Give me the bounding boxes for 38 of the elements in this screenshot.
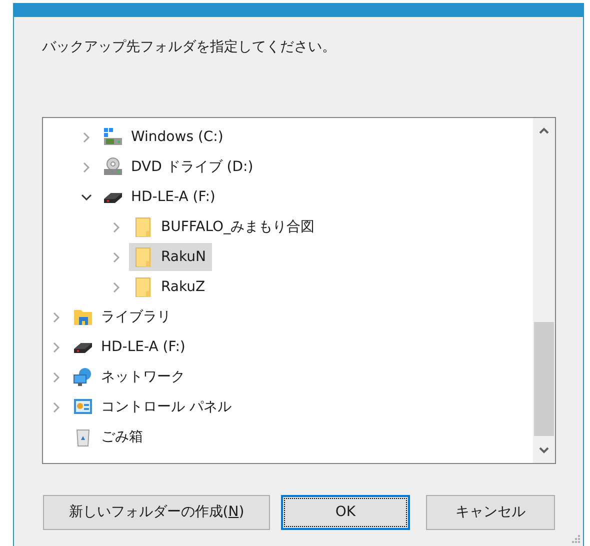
- scroll-up-icon[interactable]: [539, 127, 549, 134]
- resize-grip-icon[interactable]: [571, 534, 580, 543]
- scroll-down-icon[interactable]: [539, 447, 549, 454]
- tree-item[interactable]: ネットワーク: [69, 363, 191, 391]
- tree-item[interactable]: RakuZ: [129, 273, 212, 301]
- chevron-right-icon[interactable]: [112, 252, 120, 262]
- chevron-right-icon[interactable]: [82, 132, 90, 142]
- drive-icon: [103, 127, 123, 147]
- chevron-right-icon[interactable]: [52, 372, 60, 382]
- chevron-down-icon[interactable]: [80, 194, 92, 200]
- dialog-button[interactable]: OK: [281, 495, 410, 530]
- folder-icon: [133, 217, 153, 237]
- tree-item[interactable]: HD-LE-A (F:): [99, 183, 222, 211]
- tree-item[interactable]: ごみ箱: [69, 423, 149, 451]
- chevron-right-icon[interactable]: [52, 312, 60, 322]
- control-panel-icon: [73, 397, 93, 417]
- chevron-right-icon[interactable]: [52, 402, 60, 412]
- scrollbar-thumb[interactable]: [534, 322, 554, 436]
- disc-drive-icon: [103, 157, 123, 177]
- folder-icon: [133, 277, 153, 297]
- chevron-right-icon[interactable]: [82, 162, 90, 172]
- chevron-right-icon[interactable]: [52, 342, 60, 352]
- dialog-button[interactable]: 新しいフォルダーの作成(N): [43, 495, 270, 530]
- tree-item[interactable]: コントロール パネル: [69, 393, 238, 421]
- scrollbar[interactable]: [533, 118, 555, 463]
- prompt-text: バックアップ先フォルダを指定してください。: [42, 38, 336, 57]
- tree-item[interactable]: RakuN: [129, 243, 212, 271]
- library-folder-icon: [73, 307, 93, 327]
- chevron-right-icon[interactable]: [112, 282, 120, 292]
- tree-item[interactable]: Windows (C:): [99, 123, 230, 151]
- tree-item[interactable]: HD-LE-A (F:): [69, 333, 192, 361]
- dialog-button[interactable]: キャンセル: [426, 495, 555, 530]
- tree-item[interactable]: DVD ドライブ (D:): [99, 153, 260, 181]
- network-globe-icon: [73, 367, 93, 387]
- chevron-right-icon[interactable]: [112, 222, 120, 232]
- tree-item[interactable]: ライブラリ: [69, 303, 177, 331]
- tree-item[interactable]: BUFFALO_みまもり合図: [129, 213, 321, 241]
- folder-icon: [133, 247, 153, 267]
